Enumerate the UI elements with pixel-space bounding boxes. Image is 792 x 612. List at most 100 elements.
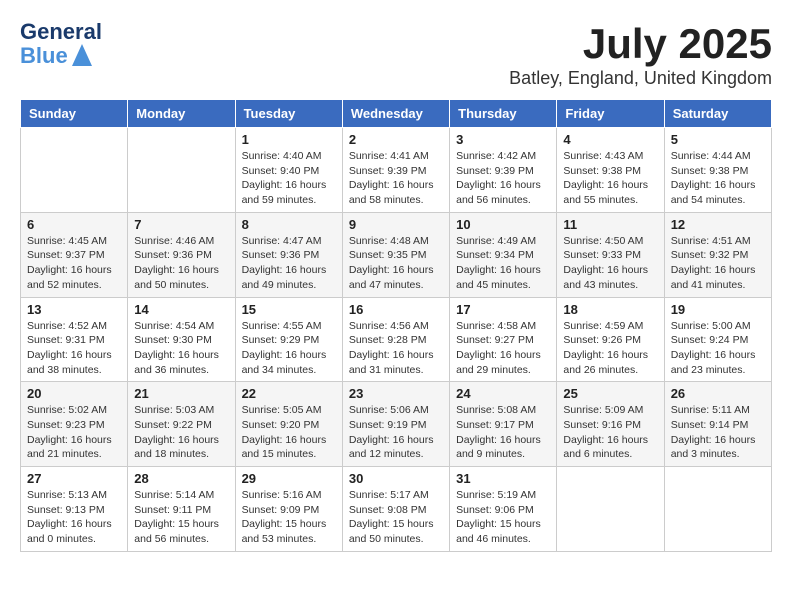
calendar-cell: 23 Sunrise: 5:06 AM Sunset: 9:19 PM Dayli…: [342, 382, 449, 467]
day-number: 29: [242, 471, 336, 486]
day-number: 24: [456, 386, 550, 401]
day-number: 13: [27, 302, 121, 317]
day-info: Sunrise: 5:19 AM Sunset: 9:06 PM Dayligh…: [456, 488, 550, 547]
calendar-cell: 8Sunrise: 4:47 AM Sunset: 9:36 PM Daylig…: [235, 212, 342, 297]
day-info: Sunrise: 5:13 AM Sunset: 9:13 PM Dayligh…: [27, 488, 121, 547]
weekday-header-tuesday: Tuesday: [235, 100, 342, 128]
calendar-cell: 20Sunrise: 5:02 AM Sunset: 9:23 PM Dayli…: [21, 382, 128, 467]
day-info: Sunrise: 4:40 AM Sunset: 9:40 PM Dayligh…: [242, 149, 336, 208]
calendar-cell: [128, 128, 235, 213]
calendar-cell: 22 Sunrise: 5:05 AM Sunset: 9:20 PM Dayli…: [235, 382, 342, 467]
day-number: 14: [134, 302, 228, 317]
day-info: Sunrise: 5:08 AM Sunset: 9:17 PM Dayligh…: [456, 403, 550, 462]
day-info: Sunrise: 4:58 AM Sunset: 9:27 PM Dayligh…: [456, 319, 550, 378]
day-info: Sunrise: 4:59 AM Sunset: 9:26 PM Dayligh…: [563, 319, 657, 378]
logo-triangle-icon: [72, 44, 92, 66]
day-number: 12: [671, 217, 765, 232]
calendar-cell: 15Sunrise: 4:55 AM Sunset: 9:29 PM Dayli…: [235, 297, 342, 382]
calendar-cell: 21Sunrise: 5:03 AM Sunset: 9:22 PM Dayli…: [128, 382, 235, 467]
page-header: General Blue July 2025 Batley, England, …: [20, 20, 772, 89]
weekday-header-saturday: Saturday: [664, 100, 771, 128]
day-number: 3: [456, 132, 550, 147]
day-number: 21: [134, 386, 228, 401]
day-info: Sunrise: 4:49 AM Sunset: 9:34 PM Dayligh…: [456, 234, 550, 293]
day-info: Sunrise: 4:52 AM Sunset: 9:31 PM Dayligh…: [27, 319, 121, 378]
calendar-cell: 11 Sunrise: 4:50 AM Sunset: 9:33 PM Dayli…: [557, 212, 664, 297]
day-info: Sunrise: 5:11 AM Sunset: 9:14 PM Dayligh…: [671, 403, 765, 462]
day-info: Sunrise: 4:46 AM Sunset: 9:36 PM Dayligh…: [134, 234, 228, 293]
day-number: 27: [27, 471, 121, 486]
weekday-header-sunday: Sunday: [21, 100, 128, 128]
day-number: 28: [134, 471, 228, 486]
calendar-cell: 18 Sunrise: 4:59 AM Sunset: 9:26 PM Dayli…: [557, 297, 664, 382]
calendar-cell: 10Sunrise: 4:49 AM Sunset: 9:34 PM Dayli…: [450, 212, 557, 297]
day-info: Sunrise: 5:09 AM Sunset: 9:16 PM Dayligh…: [563, 403, 657, 462]
calendar-table: SundayMondayTuesdayWednesdayThursdayFrid…: [20, 99, 772, 552]
logo-label: General Blue: [20, 20, 102, 68]
day-number: 22: [242, 386, 336, 401]
calendar-cell: 6Sunrise: 4:45 AM Sunset: 9:37 PM Daylig…: [21, 212, 128, 297]
day-number: 6: [27, 217, 121, 232]
calendar-cell: 12 Sunrise: 4:51 AM Sunset: 9:32 PM Dayli…: [664, 212, 771, 297]
calendar-cell: 3 Sunrise: 4:42 AM Sunset: 9:39 PM Daylig…: [450, 128, 557, 213]
calendar-cell: 9 Sunrise: 4:48 AM Sunset: 9:35 PM Daylig…: [342, 212, 449, 297]
day-info: Sunrise: 4:54 AM Sunset: 9:30 PM Dayligh…: [134, 319, 228, 378]
day-info: Sunrise: 4:41 AM Sunset: 9:39 PM Dayligh…: [349, 149, 443, 208]
calendar-cell: 17 Sunrise: 4:58 AM Sunset: 9:27 PM Dayli…: [450, 297, 557, 382]
calendar-week-row: 27 Sunrise: 5:13 AM Sunset: 9:13 PM Dayli…: [21, 467, 772, 552]
calendar-cell: 27 Sunrise: 5:13 AM Sunset: 9:13 PM Dayli…: [21, 467, 128, 552]
calendar-cell: 16 Sunrise: 4:56 AM Sunset: 9:28 PM Dayli…: [342, 297, 449, 382]
calendar-cell: 31 Sunrise: 5:19 AM Sunset: 9:06 PM Dayli…: [450, 467, 557, 552]
calendar-cell: [21, 128, 128, 213]
day-info: Sunrise: 4:44 AM Sunset: 9:38 PM Dayligh…: [671, 149, 765, 208]
logo: General Blue: [20, 20, 102, 68]
day-info: Sunrise: 4:56 AM Sunset: 9:28 PM Dayligh…: [349, 319, 443, 378]
weekday-header-row: SundayMondayTuesdayWednesdayThursdayFrid…: [21, 100, 772, 128]
day-info: Sunrise: 5:02 AM Sunset: 9:23 PM Dayligh…: [27, 403, 121, 462]
day-number: 7: [134, 217, 228, 232]
day-number: 16: [349, 302, 443, 317]
day-number: 5: [671, 132, 765, 147]
calendar-week-row: 6Sunrise: 4:45 AM Sunset: 9:37 PM Daylig…: [21, 212, 772, 297]
day-info: Sunrise: 4:51 AM Sunset: 9:32 PM Dayligh…: [671, 234, 765, 293]
weekday-header-friday: Friday: [557, 100, 664, 128]
day-number: 18: [563, 302, 657, 317]
calendar-cell: 2Sunrise: 4:41 AM Sunset: 9:39 PM Daylig…: [342, 128, 449, 213]
day-number: 8: [242, 217, 336, 232]
calendar-cell: 19 Sunrise: 5:00 AM Sunset: 9:24 PM Dayli…: [664, 297, 771, 382]
logo-text-block: General Blue: [20, 20, 102, 68]
day-info: Sunrise: 5:00 AM Sunset: 9:24 PM Dayligh…: [671, 319, 765, 378]
day-info: Sunrise: 4:43 AM Sunset: 9:38 PM Dayligh…: [563, 149, 657, 208]
day-number: 11: [563, 217, 657, 232]
day-info: Sunrise: 4:42 AM Sunset: 9:39 PM Dayligh…: [456, 149, 550, 208]
day-number: 26: [671, 386, 765, 401]
day-number: 4: [563, 132, 657, 147]
calendar-cell: 24 Sunrise: 5:08 AM Sunset: 9:17 PM Dayli…: [450, 382, 557, 467]
day-number: 23: [349, 386, 443, 401]
weekday-header-monday: Monday: [128, 100, 235, 128]
day-info: Sunrise: 4:48 AM Sunset: 9:35 PM Dayligh…: [349, 234, 443, 293]
day-info: Sunrise: 5:06 AM Sunset: 9:19 PM Dayligh…: [349, 403, 443, 462]
day-info: Sunrise: 5:17 AM Sunset: 9:08 PM Dayligh…: [349, 488, 443, 547]
month-title: July 2025: [509, 20, 772, 68]
calendar-cell: 14 Sunrise: 4:54 AM Sunset: 9:30 PM Dayli…: [128, 297, 235, 382]
day-number: 9: [349, 217, 443, 232]
calendar-cell: 30Sunrise: 5:17 AM Sunset: 9:08 PM Dayli…: [342, 467, 449, 552]
day-number: 1: [242, 132, 336, 147]
calendar-week-row: 1 Sunrise: 4:40 AM Sunset: 9:40 PM Daylig…: [21, 128, 772, 213]
day-number: 19: [671, 302, 765, 317]
calendar-cell: 1 Sunrise: 4:40 AM Sunset: 9:40 PM Daylig…: [235, 128, 342, 213]
day-number: 17: [456, 302, 550, 317]
calendar-cell: 4 Sunrise: 4:43 AM Sunset: 9:38 PM Daylig…: [557, 128, 664, 213]
day-number: 25: [563, 386, 657, 401]
calendar-cell: 29Sunrise: 5:16 AM Sunset: 9:09 PM Dayli…: [235, 467, 342, 552]
location-subtitle: Batley, England, United Kingdom: [509, 68, 772, 89]
weekday-header-thursday: Thursday: [450, 100, 557, 128]
day-info: Sunrise: 5:05 AM Sunset: 9:20 PM Dayligh…: [242, 403, 336, 462]
calendar-week-row: 20Sunrise: 5:02 AM Sunset: 9:23 PM Dayli…: [21, 382, 772, 467]
day-info: Sunrise: 4:50 AM Sunset: 9:33 PM Dayligh…: [563, 234, 657, 293]
weekday-header-wednesday: Wednesday: [342, 100, 449, 128]
day-number: 31: [456, 471, 550, 486]
calendar-cell: 25 Sunrise: 5:09 AM Sunset: 9:16 PM Dayli…: [557, 382, 664, 467]
day-number: 15: [242, 302, 336, 317]
